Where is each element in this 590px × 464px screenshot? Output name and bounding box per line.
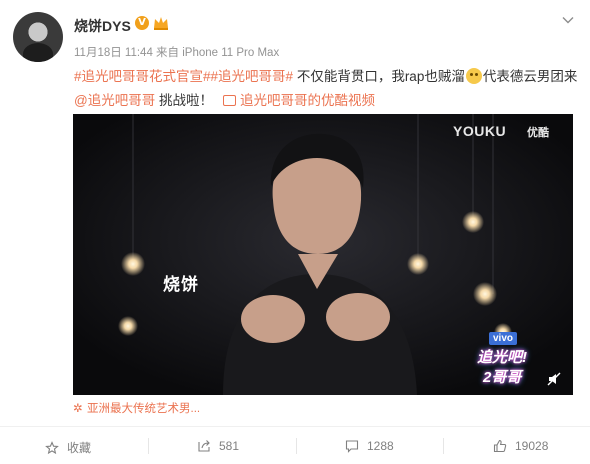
comment-count: 1288 [367,439,394,453]
youku-watermark: YOUKU [453,123,507,139]
star-icon [45,440,59,454]
video-link-icon [222,95,236,106]
post-body-2: 代表德云男团来 [482,69,578,84]
comment-button[interactable]: 1288 [345,439,394,453]
mention-link[interactable]: @追光吧哥哥 [74,93,155,108]
more-options-chevron-icon[interactable] [561,13,575,27]
source-icon: ✲ [73,401,83,415]
like-count: 19028 [515,439,549,453]
weibo-post-card: 烧饼DYS V 11月18日 11:44 来自 iPhone 11 Pro Ma… [0,0,590,464]
emoji-icon [465,68,482,84]
author-avatar[interactable] [13,12,63,62]
post-body-3: 挑战啦！ [155,93,213,108]
repost-count: 581 [219,439,240,453]
show-logo-line2: 2哥哥 [483,369,522,386]
like-icon [493,439,507,453]
repost-button[interactable]: 581 [197,439,239,453]
sponsor-logo: vivo [489,332,518,345]
favorite-button[interactable]: 收藏 [45,439,91,456]
verified-badge-icon: V [135,16,149,30]
post-text: #追光吧哥哥花式官宣##追光吧哥哥# 不仅能背贯口，我rap也贼溜 代表德云男团来… [74,65,579,113]
member-crown-icon [154,17,168,30]
video-player[interactable]: YOUKU 优酷 烧饼 vivo 追光吧! 2哥哥 [73,114,573,395]
action-separator [296,438,297,454]
like-button[interactable]: 19028 [493,439,548,453]
post-meta: 11月18日 11:44 来自 iPhone 11 Pro Max [74,47,280,59]
action-separator [443,438,444,454]
share-icon [198,440,210,452]
action-separator [148,438,149,454]
video-caption: 烧饼 [163,275,199,294]
favorite-label: 收藏 [67,441,92,455]
show-logo-line1: 追光吧! [477,349,527,366]
topic-tag-1[interactable]: #追光吧哥哥花式官宣# [74,69,211,84]
video-source-link[interactable]: ✲ 亚洲最大传统艺术男... [73,400,200,416]
show-logo: 追光吧! 2哥哥 [477,346,547,390]
topic-tag-2[interactable]: #追光吧哥哥# [211,69,294,84]
author-name[interactable]: 烧饼DYS [74,16,131,36]
video-link[interactable]: 追光吧哥哥的优酷视频 [240,93,375,108]
post-body-1: 不仅能背贯口，我rap也贼溜 [293,69,465,84]
actions-divider [0,426,590,427]
video-source-label: 亚洲最大传统艺术男... [87,403,201,415]
mute-icon[interactable] [547,372,561,386]
comment-icon [345,440,359,453]
youku-watermark-cn: 优酷 [527,127,549,139]
